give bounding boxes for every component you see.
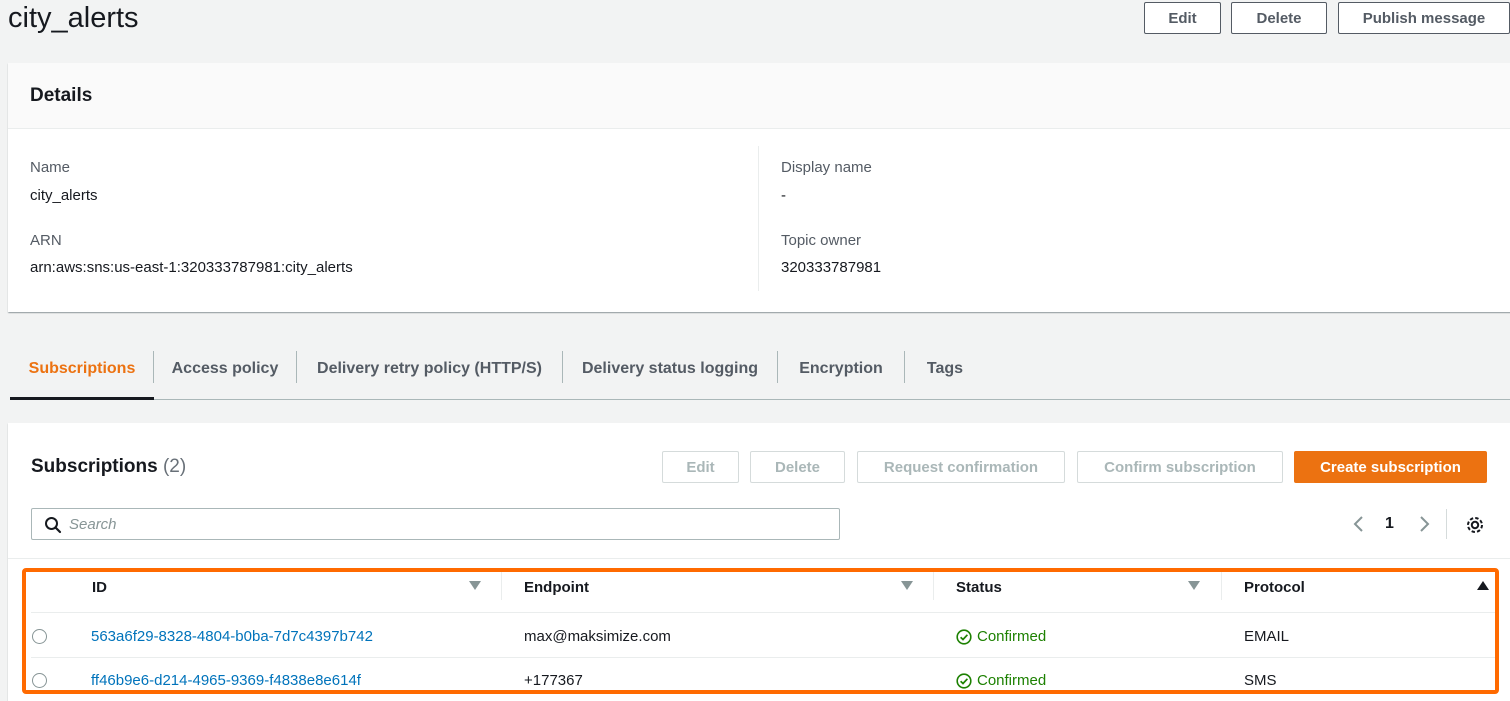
subscription-endpoint: +177367‍ (524, 672, 583, 689)
row-divider (31, 612, 1498, 613)
topic-owner-label: Topic owner (781, 232, 862, 249)
topic-owner-value: 320333787981 (781, 259, 882, 276)
subscription-status: Confirmed (956, 628, 1046, 645)
display-name-value: - (781, 187, 786, 204)
sort-down-icon[interactable] (901, 581, 913, 591)
display-name-label: Display name (781, 159, 872, 176)
arn-label: ARN (30, 232, 62, 249)
publish-message-button[interactable]: Publish message (1338, 2, 1510, 34)
edit-topic-button[interactable]: Edit (1144, 2, 1221, 34)
edit-subscription-button[interactable]: Edit (662, 451, 739, 483)
subscription-endpoint: max@maksimize.com (524, 628, 671, 645)
column-header-protocol[interactable]: Protocol (1244, 579, 1305, 596)
check-circle-icon (956, 672, 972, 689)
pager-divider (1446, 509, 1447, 539)
tab-tags[interactable]: Tags (905, 340, 985, 398)
tab-access-policy[interactable]: Access policy (154, 340, 296, 398)
tab-delivery-status-logging[interactable]: Delivery status logging (563, 340, 777, 398)
tab-encryption[interactable]: Encryption (778, 340, 904, 398)
subscriptions-table: ID Endpoint Status Protocol 563a6f29-832… (8, 558, 1510, 701)
name-value: city_alerts (30, 187, 98, 204)
row-select-radio[interactable] (32, 673, 47, 688)
column-separator (501, 572, 502, 600)
subscriptions-heading: Subscriptions (2) (31, 456, 186, 478)
sort-up-icon[interactable] (1477, 581, 1489, 591)
subscriptions-panel: Subscriptions (2) Edit Delete Request co… (8, 423, 1510, 701)
details-divider (758, 146, 759, 291)
chevron-right-icon[interactable] (1418, 515, 1432, 533)
page-number[interactable]: 1 (1385, 515, 1394, 533)
details-heading: Details (8, 63, 1510, 129)
sort-down-icon[interactable] (469, 581, 481, 591)
search-icon (45, 517, 62, 534)
subscription-id-link[interactable]: 563a6f29-8328-4804-b0ba-7d7c4397b742 (91, 628, 373, 645)
delete-subscription-button[interactable]: Delete (750, 451, 845, 483)
gear-icon[interactable] (1464, 514, 1486, 536)
subscription-protocol: EMAIL (1244, 628, 1290, 645)
subscription-id-link[interactable]: ff46b9e6-d214-4965-9369-f4838e8e614f (91, 672, 361, 689)
row-divider (31, 657, 1498, 658)
create-subscription-button[interactable]: Create subscription (1294, 451, 1487, 483)
search-input[interactable] (69, 509, 829, 539)
column-header-id[interactable]: ID (92, 579, 107, 596)
column-header-status[interactable]: Status (956, 579, 1002, 596)
subscriptions-count: (2) (162, 456, 187, 477)
tab-subscriptions[interactable]: Subscriptions (10, 340, 154, 400)
page-title: city_alerts (8, 2, 139, 34)
column-separator (1221, 572, 1222, 600)
subscriptions-title: Subscriptions (31, 456, 158, 477)
confirm-subscription-button[interactable]: Confirm subscription (1077, 451, 1283, 483)
subscription-protocol: SMS (1244, 672, 1277, 689)
status-text: Confirmed (977, 672, 1047, 689)
sort-down-icon[interactable] (1188, 581, 1200, 591)
request-confirmation-button[interactable]: Request confirmation (857, 451, 1065, 483)
name-label: Name (30, 159, 71, 176)
check-circle-icon (956, 628, 972, 645)
column-separator (933, 572, 934, 600)
subscription-status: Confirmed (956, 672, 1046, 689)
tab-bar: Subscriptions Access policy Delivery ret… (10, 340, 1510, 400)
status-text: Confirmed (977, 628, 1047, 645)
delete-topic-button[interactable]: Delete (1231, 2, 1327, 34)
search-box[interactable] (31, 508, 840, 540)
details-panel: Details Name city_alerts ARN arn:aws:sns… (8, 63, 1510, 312)
row-select-radio[interactable] (32, 629, 47, 644)
chevron-left-icon[interactable] (1351, 515, 1365, 533)
tab-delivery-retry-policy[interactable]: Delivery retry policy (HTTP/S) (297, 340, 562, 398)
arn-value: arn:aws:sns:us-east-1:320333787981:city_… (30, 259, 353, 276)
column-header-endpoint[interactable]: Endpoint (524, 579, 589, 596)
